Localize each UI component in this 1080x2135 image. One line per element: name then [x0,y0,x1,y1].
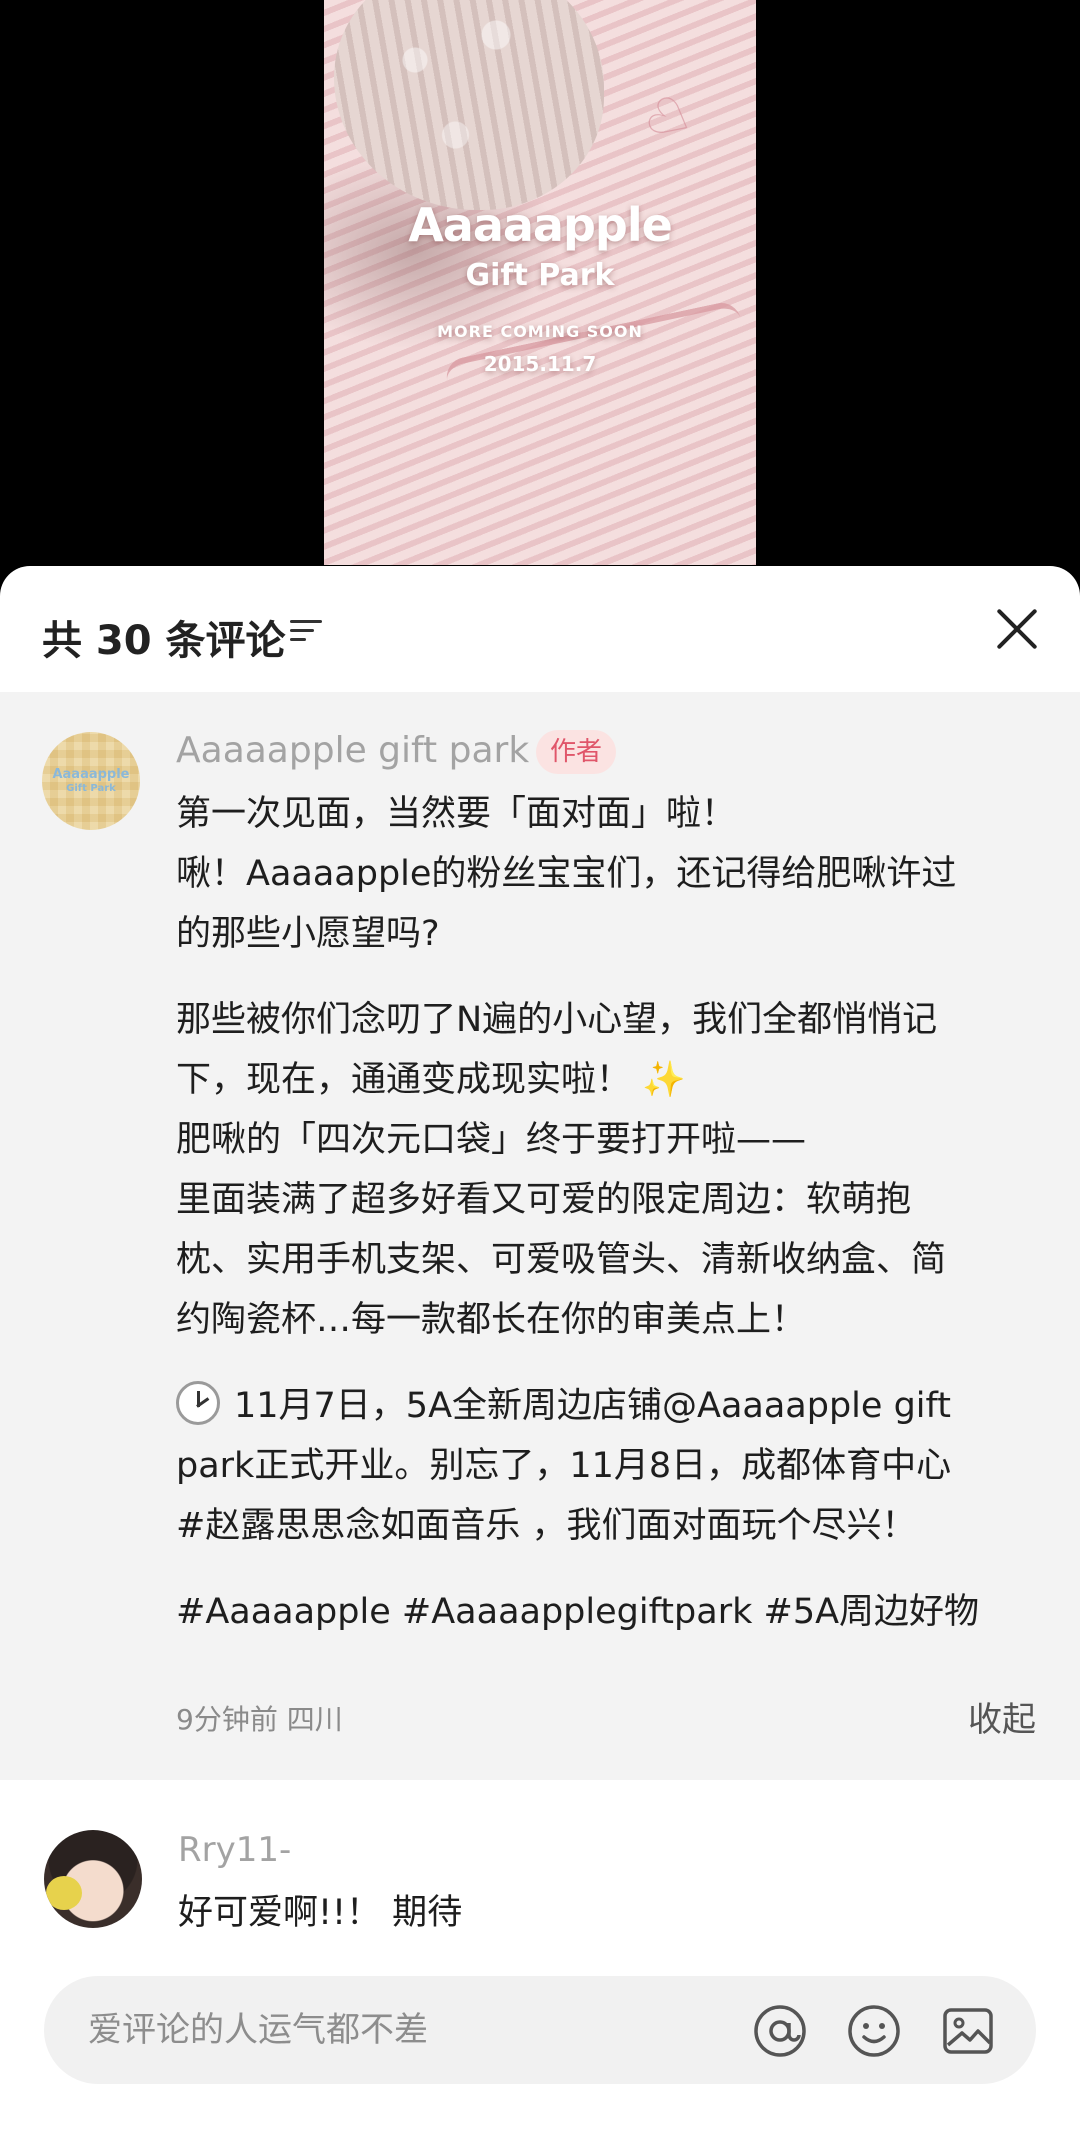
video-title: Aaaaapple [408,198,673,252]
comment-location: 四川 [286,1703,343,1736]
author-name[interactable]: Aaaaapple gift park [176,730,529,771]
clock-icon [176,1381,220,1425]
comment-line: #赵露思思念如面音乐 ，我们面对面玩个尽兴！ [176,1506,917,1546]
reply-avatar[interactable] [44,1830,142,1928]
hashtag-link[interactable]: #Aaaaapplegiftpark [402,1592,752,1632]
comment-line: 11月7日，5A全新周边店铺@Aaaaapple gift [176,1376,1036,1436]
comment-line: park正式开业。别忘了，11月8日，成都体育中心 [176,1446,952,1486]
script-embroidery: ♡ [635,85,711,155]
emoji-icon[interactable] [846,2003,902,2059]
author-badge: 作者 [536,730,617,774]
comment-line: 肥啾的「四次元口袋」终于要打开啦—— [176,1120,807,1160]
comment-input-bar [44,1976,1036,2084]
comment-sheet: 共 30 条评论 Aaaaapple Gift Park Aaaaapple g… [0,566,1080,2135]
comment-line: 第一次见面，当然要「面对面」啦！ [176,794,737,834]
sparkle-emoji: ✨ [642,1060,686,1100]
video-subtitle: Gift Park [465,258,615,293]
close-icon[interactable] [994,606,1040,652]
hashtag-link[interactable]: #5A周边好物 [764,1592,980,1632]
video-tagline: MORE COMING SOON [437,322,643,341]
sort-icon[interactable] [290,618,322,644]
comment-line: 那些被你们念叨了N遍的小心望，我们全都悄悄记 [176,1000,938,1040]
comment-time: 9分钟前 [176,1703,278,1736]
comment-line: 啾！Aaaaapple的粉丝宝宝们，还记得给肥啾许过 [176,854,957,894]
video-player[interactable]: ♡ Aaaaapple Gift Park MORE COMING SOON 2… [0,0,1080,575]
comment-line: 里面装满了超多好看又可爱的限定周边：软萌抱 [176,1180,912,1220]
comment-line: 下，现在，通通变成现实啦！ ✨ [176,1060,686,1100]
author-comment: Aaaaapple Gift Park Aaaaapple gift park … [0,692,1080,1780]
collapse-button[interactable]: 收起 [968,1692,1036,1741]
at-icon[interactable] [752,2003,808,2059]
comment-input[interactable] [88,1976,728,2084]
comment-meta: 9分钟前 四川 [176,1698,343,1738]
video-thumbnail[interactable]: ♡ Aaaaapple Gift Park MORE COMING SOON 2… [324,0,756,565]
reply-author-name[interactable]: Rry11- [178,1830,291,1870]
comment-count: 共 30 条评论 [42,618,286,664]
hashtag-link[interactable]: #赵露思思念如面音乐 [176,1506,520,1546]
hashtag-link[interactable]: #Aaaaapple [176,1592,391,1632]
hashtag-row: #Aaaaapple #Aaaaapplegiftpark #5A周边好物 [176,1582,1036,1642]
comment-line: 枕、实用手机支架、可爱吸管头、清新收纳盒、简 [176,1240,947,1280]
comment-sheet-header: 共 30 条评论 [0,566,1080,692]
comment-line: 的那些小愿望吗? [176,914,440,954]
image-icon[interactable] [940,2003,996,2059]
author-avatar[interactable]: Aaaaapple Gift Park [42,732,140,830]
reply-text: 好可爱啊!!！ 期待 [178,1893,463,1933]
video-date: 2015.11.7 [483,352,597,376]
comment-line: 约陶瓷杯…每一款都长在你的审美点上！ [176,1300,807,1340]
